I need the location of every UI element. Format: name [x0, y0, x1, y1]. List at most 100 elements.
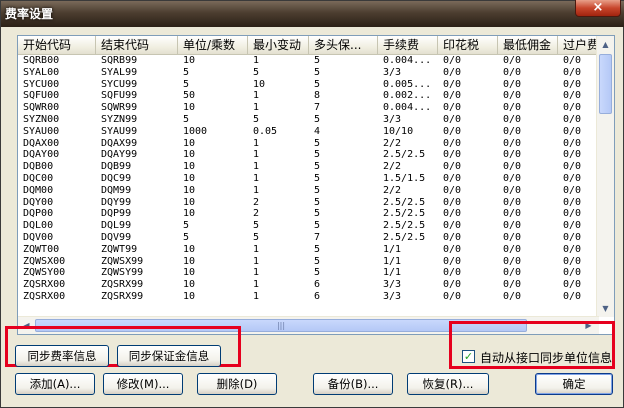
cell-commission: 0.004...: [383, 55, 432, 66]
cell-end-code: SQFU99: [101, 90, 138, 102]
column-header-commission[interactable]: 手续费: [378, 36, 438, 54]
cell-transfer-fee: 0/0: [563, 172, 582, 184]
cell-min-tick: 5: [253, 113, 260, 125]
cell-transfer-fee: 0/0: [563, 220, 582, 232]
vertical-scroll-thumb[interactable]: [599, 54, 612, 114]
cell-end-code: SQRB99: [101, 55, 138, 66]
cell-commission: 3/3: [383, 66, 402, 78]
table-row[interactable]: DQP00 DQP99 10 2 5 2.5/2.5 0/0 0/0 0/0: [18, 208, 596, 220]
cell-stamp-duty: 0/0: [443, 125, 462, 137]
column-header-end-code[interactable]: 结束代码: [96, 36, 178, 54]
ok-button[interactable]: 确定: [535, 373, 613, 395]
cell-transfer-fee: 0/0: [563, 102, 582, 114]
table-row[interactable]: SYZN00 SYZN99 5 5 5 3/3 0/0 0/0 0/0: [18, 114, 596, 126]
column-header-min-tick[interactable]: 最小变动: [248, 36, 309, 54]
cell-long-margin: 5: [314, 208, 321, 220]
cell-min-tick: 1: [253, 55, 260, 66]
cell-commission: 2.5/2.5: [383, 208, 426, 220]
cell-long-margin: 5: [314, 243, 321, 255]
table-row[interactable]: ZQWSY00 ZQWSY99 10 1 5 1/1 0/0 0/0 0/0: [18, 267, 596, 279]
table-row[interactable]: DQV00 DQV99 5 5 7 2.5/2.5 0/0 0/0 0/0: [18, 232, 596, 244]
table-row[interactable]: ZQSRX00 ZQSRX99 10 1 6 3/3 0/0 0/0 0/0: [18, 279, 596, 291]
cell-min-commission: 0/0: [503, 55, 522, 66]
table-row[interactable]: DQAX00 DQAX99 10 1 5 2/2 0/0 0/0 0/0: [18, 138, 596, 150]
cell-start-code: ZQSRX00: [23, 279, 66, 291]
cell-start-code: SYZN00: [23, 113, 60, 125]
cell-min-commission: 0/0: [503, 243, 522, 255]
backup-button[interactable]: 备份(B)...: [313, 373, 393, 395]
cell-min-tick: 5: [253, 66, 260, 78]
auto-sync-checkbox[interactable]: ✓: [462, 350, 475, 363]
table-row[interactable]: DQY00 DQY99 10 2 5 2.5/2.5 0/0 0/0 0/0: [18, 197, 596, 209]
delete-button[interactable]: 删除(D): [197, 373, 277, 395]
cell-commission: 2/2: [383, 161, 402, 173]
scroll-up-icon[interactable]: ▲: [598, 37, 613, 52]
grip-icon: |||: [276, 321, 286, 330]
sync-fee-button[interactable]: 同步费率信息: [15, 345, 109, 367]
table-row[interactable]: DQL00 DQL99 5 5 5 2.5/2.5 0/0 0/0 0/0: [18, 220, 596, 232]
cell-min-commission: 0/0: [503, 267, 522, 279]
title-bar[interactable]: 费率设置 ×: [1, 0, 624, 27]
close-button[interactable]: ×: [575, 0, 621, 17]
cell-stamp-duty: 0/0: [443, 66, 462, 78]
table-row[interactable]: DQM00 DQM99 10 1 5 2/2 0/0 0/0 0/0: [18, 185, 596, 197]
cell-transfer-fee: 0/0: [563, 125, 582, 137]
cell-commission: 1/1: [383, 243, 402, 255]
table-row[interactable]: ZQSRX00 ZQSRX99 10 1 6 3/3 0/0 0/0 0/0: [18, 291, 596, 303]
table-row[interactable]: SQWR00 SQWR99 10 1 7 0.004... 0/0 0/0 0/0: [18, 102, 596, 114]
cell-commission: 3/3: [383, 279, 402, 291]
cell-unit-multiplier: 5: [183, 231, 190, 243]
fee-rate-table[interactable]: 开始代码 结束代码 单位/乘数 最小变动 多头保... 手续费 印花税 最低佣金…: [17, 35, 615, 335]
checkmark-icon: ✓: [463, 350, 474, 363]
table-row[interactable]: SQFU00 SQFU99 50 1 8 0.002... 0/0 0/0 0/0: [18, 90, 596, 102]
table-row[interactable]: SYCU00 SYCU99 5 10 5 0.005... 0/0 0/0 0/0: [18, 79, 596, 91]
table-row[interactable]: SQRB00 SQRB99 10 1 5 0.004... 0/0 0/0 0/0: [18, 55, 596, 67]
cell-stamp-duty: 0/0: [443, 149, 462, 161]
cell-commission: 3/3: [383, 290, 402, 302]
restore-button[interactable]: 恢复(R)...: [407, 373, 489, 395]
column-header-stamp-duty[interactable]: 印花税: [438, 36, 498, 54]
cell-start-code: ZQWSY00: [23, 267, 66, 279]
cell-transfer-fee: 0/0: [563, 279, 582, 291]
cell-long-margin: 5: [314, 172, 321, 184]
column-header-transfer-fee[interactable]: 过户费: [558, 36, 598, 54]
auto-sync-label[interactable]: 自动从接口同步单位信息: [480, 349, 612, 366]
column-header-start-code[interactable]: 开始代码: [18, 36, 96, 54]
cell-start-code: SYAL00: [23, 66, 60, 78]
table-row[interactable]: DQAY00 DQAY99 10 1 5 2.5/2.5 0/0 0/0 0/0: [18, 149, 596, 161]
cell-stamp-duty: 0/0: [443, 196, 462, 208]
cell-min-tick: 1: [253, 267, 260, 279]
cell-stamp-duty: 0/0: [443, 279, 462, 291]
cell-end-code: ZQSRX99: [101, 290, 144, 302]
cell-commission: 0.002...: [383, 90, 432, 102]
cell-end-code: DQL99: [101, 220, 132, 232]
add-button[interactable]: 添加(A)...: [15, 373, 95, 395]
cell-long-margin: 5: [314, 55, 321, 66]
sync-margin-button[interactable]: 同步保证金信息: [117, 345, 221, 367]
table-row[interactable]: ZQWSX00 ZQWSX99 10 1 5 1/1 0/0 0/0 0/0: [18, 256, 596, 268]
cell-min-commission: 0/0: [503, 196, 522, 208]
cell-transfer-fee: 0/0: [563, 90, 582, 102]
table-row[interactable]: SYAU00 SYAU99 1000 0.05 4 10/10 0/0 0/0 0/0: [18, 126, 596, 138]
scroll-down-icon[interactable]: ▼: [598, 301, 613, 316]
cell-unit-multiplier: 10: [183, 196, 196, 208]
cell-unit-multiplier: 10: [183, 137, 196, 149]
cell-start-code: SQRB00: [23, 55, 60, 66]
vertical-scrollbar[interactable]: ▲ ▼: [596, 36, 614, 317]
cell-transfer-fee: 0/0: [563, 184, 582, 196]
modify-button[interactable]: 修改(M)...: [103, 373, 183, 395]
table-row[interactable]: DQB00 DQB99 10 1 5 2/2 0/0 0/0 0/0: [18, 161, 596, 173]
table-row[interactable]: ZQWT00 ZQWT99 10 1 5 1/1 0/0 0/0 0/0: [18, 244, 596, 256]
cell-end-code: DQAX99: [101, 137, 138, 149]
cell-min-tick: 1: [253, 102, 260, 114]
cell-commission: 2/2: [383, 137, 402, 149]
cell-stamp-duty: 0/0: [443, 113, 462, 125]
cell-start-code: SQFU00: [23, 90, 60, 102]
column-header-min-commission[interactable]: 最低佣金: [498, 36, 558, 54]
column-header-long-margin[interactable]: 多头保...: [309, 36, 378, 54]
cell-min-tick: 1: [253, 172, 260, 184]
cell-min-tick: 10: [253, 78, 266, 90]
column-header-unit-multiplier[interactable]: 单位/乘数: [178, 36, 248, 54]
table-row[interactable]: SYAL00 SYAL99 5 5 5 3/3 0/0 0/0 0/0: [18, 67, 596, 79]
table-row[interactable]: DQC00 DQC99 10 1 5 1.5/1.5 0/0 0/0 0/0: [18, 173, 596, 185]
